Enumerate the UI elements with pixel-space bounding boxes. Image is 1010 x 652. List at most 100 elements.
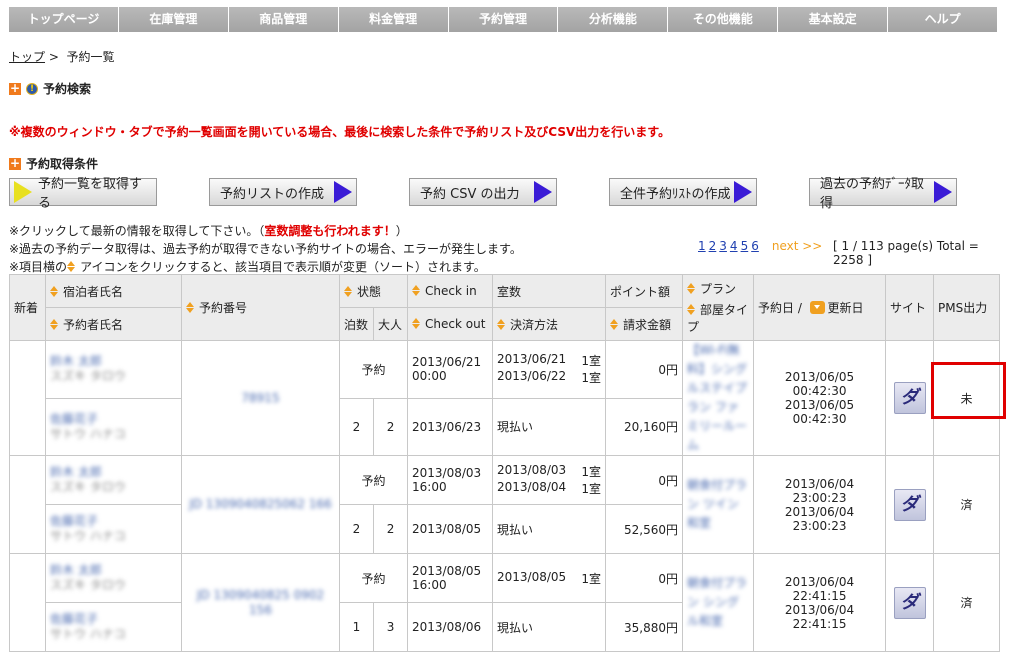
stay-date: 2013/06/21 xyxy=(497,352,567,367)
nav-other[interactable]: その他機能 xyxy=(668,7,779,32)
conditions-section-title: + 予約取得条件 xyxy=(9,155,98,172)
payment-cell: 現払い xyxy=(492,504,607,554)
reservation-number-cell: 78915 xyxy=(181,340,340,456)
header-site: サイト xyxy=(885,274,935,341)
reservation-number-link[interactable]: JD 1309040825062 166 xyxy=(189,497,332,511)
reservation-date: 2013/06/04 23:00:23 xyxy=(784,476,855,505)
arrow-right-icon xyxy=(734,181,752,203)
sort-icon[interactable] xyxy=(610,318,619,330)
rooms-cell: 2013/08/03 1室 2013/08/04 1室 xyxy=(492,455,607,505)
page-link-5[interactable]: 5 xyxy=(741,239,749,253)
expand-plus-icon[interactable]: + xyxy=(9,82,21,95)
nav-top[interactable]: トップページ xyxy=(9,7,119,32)
header-reservation-number[interactable]: 予約番号 xyxy=(181,274,340,341)
plan-cell: 朝食付プラン ツイン和室 xyxy=(682,455,755,554)
nav-settings[interactable]: 基本設定 xyxy=(778,7,889,32)
create-full-list-button[interactable]: 全件予約ﾘｽﾄの作成 xyxy=(609,178,757,206)
guest-name[interactable]: 鈴木 太郎 xyxy=(50,465,177,480)
page-link-6[interactable]: 6 xyxy=(751,239,759,253)
booker-name-cell: 佐藤花子 サトウ ハナコ xyxy=(45,397,182,456)
search-title-text: 予約検索 xyxy=(43,82,92,96)
sort-icon[interactable] xyxy=(687,304,696,315)
guest-name[interactable]: 鈴木 太郎 xyxy=(50,354,177,369)
adults-cell: 3 xyxy=(372,602,409,652)
page-link-3[interactable]: 3 xyxy=(719,239,727,253)
header-guest-name[interactable]: 宿泊者氏名 xyxy=(45,274,182,308)
header-label: 予約者氏名 xyxy=(63,317,124,332)
export-csv-button[interactable]: 予約 CSV の出力 xyxy=(409,178,557,206)
header-label: 宿泊者氏名 xyxy=(63,284,124,299)
room-count: 1室 xyxy=(581,465,602,479)
next-page-link[interactable]: next >> xyxy=(772,239,823,253)
sort-icon[interactable] xyxy=(412,285,421,296)
note-text: ） xyxy=(395,224,408,238)
header-pms: PMS出力 xyxy=(933,274,1001,341)
breadcrumb-separator: > xyxy=(48,50,59,64)
plan-link[interactable]: 朝食付プラン シングル和室 xyxy=(687,574,749,631)
sort-icon[interactable] xyxy=(186,302,195,313)
site-cell: ダ xyxy=(885,340,935,456)
checkout-cell: 2013/08/06 xyxy=(407,602,494,652)
page-link-2[interactable]: 2 xyxy=(709,239,717,253)
nav-reservations[interactable]: 予約管理 xyxy=(448,7,559,32)
breadcrumb-home-link[interactable]: トップ xyxy=(9,50,45,64)
header-status[interactable]: 状態 xyxy=(338,274,409,308)
guest-kana: スズキ タロウ xyxy=(50,578,126,592)
reservation-number-link[interactable]: JD 1309040825 0902 156 xyxy=(197,588,324,617)
guest-name-cell: 鈴木 太郎 スズキ タロウ xyxy=(45,455,182,505)
header-booker-name[interactable]: 予約者氏名 xyxy=(45,307,182,341)
button-label: 予約リストの作成 xyxy=(220,186,325,202)
booker-name: 佐藤花子 xyxy=(50,514,99,528)
reservation-number-cell: JD 1309040825062 166 xyxy=(181,455,340,554)
site-logo-icon: ダ xyxy=(893,382,926,414)
note-red-text: 室数調整も行われます！ xyxy=(264,224,396,238)
status-cell: 予約 xyxy=(338,455,409,505)
status-cell: 予約 xyxy=(338,340,409,399)
nav-pricing[interactable]: 料金管理 xyxy=(338,7,449,32)
fetch-reservations-button[interactable]: 予約一覧を取得する xyxy=(9,177,157,211)
stay-date: 2013/06/22 xyxy=(497,369,567,384)
sort-icon[interactable] xyxy=(344,285,353,297)
fetch-past-data-button[interactable]: 過去の予約ﾃﾞｰﾀ取得 xyxy=(809,177,957,211)
site-logo-icon: ダ xyxy=(893,488,926,521)
guest-name[interactable]: 鈴木 太郎 xyxy=(50,563,177,578)
note-text: アイコンをクリックすると、該当項目で表示順が変更（ソート）されます。 xyxy=(80,260,486,274)
header-billing[interactable]: 請求金額 xyxy=(605,307,684,341)
plan-link[interactable]: 朝食付プラン ツイン和室 xyxy=(687,476,749,533)
header-payment[interactable]: 決済方法 xyxy=(492,307,607,341)
create-list-button[interactable]: 予約リストの作成 xyxy=(209,178,357,206)
billing-cell: 35,880円 xyxy=(605,602,684,652)
sort-icon[interactable] xyxy=(687,283,696,294)
nav-analytics[interactable]: 分析機能 xyxy=(558,7,669,32)
header-plan[interactable]: プラン 部屋タイプ xyxy=(682,274,755,341)
conditions-title-text: 予約取得条件 xyxy=(26,157,99,171)
page-link-4[interactable]: 4 xyxy=(730,239,738,253)
header-checkin[interactable]: Check in xyxy=(407,274,494,308)
header-checkout[interactable]: Check out xyxy=(407,307,494,341)
reservation-number-link[interactable]: 78915 xyxy=(241,391,279,405)
sort-toggle-icon[interactable] xyxy=(809,301,825,314)
nav-help[interactable]: ヘルプ xyxy=(888,7,998,32)
sort-icon[interactable] xyxy=(50,318,59,330)
checkin-date: 2013/08/03 xyxy=(412,466,482,480)
header-label: 部屋タイプ xyxy=(687,303,749,334)
sort-icon[interactable] xyxy=(412,318,421,329)
sort-icon[interactable] xyxy=(50,285,59,297)
expand-plus-icon[interactable]: + xyxy=(9,157,21,170)
note-text: ※項目横の xyxy=(9,260,68,274)
sort-icon[interactable] xyxy=(497,318,506,330)
reservation-date: 2013/06/05 00:42:30 xyxy=(784,370,855,398)
checkin-cell: 2013/08/03 16:00 xyxy=(407,455,494,505)
guest-kana: スズキ タロウ xyxy=(50,480,126,494)
header-dates[interactable]: 予約日 / 更新日 xyxy=(753,274,887,341)
header-new: 新着 xyxy=(9,274,46,341)
page-link-1[interactable]: 1 xyxy=(698,239,706,253)
plan-link[interactable]: 【Wi-Fi無料】シングルステイプラン ファミリールーム xyxy=(687,342,749,455)
nav-inventory[interactable]: 在庫管理 xyxy=(118,7,229,32)
nav-products[interactable]: 商品管理 xyxy=(228,7,339,32)
guest-name-cell: 鈴木 太郎 スズキ タロウ xyxy=(45,340,182,399)
pms-cell: 済 xyxy=(933,553,1001,652)
booker-name-cell: 佐藤花子 サトウ ハナコ xyxy=(45,602,182,652)
checkout-cell: 2013/06/23 xyxy=(407,397,494,456)
payment-cell: 現払い xyxy=(492,602,607,652)
